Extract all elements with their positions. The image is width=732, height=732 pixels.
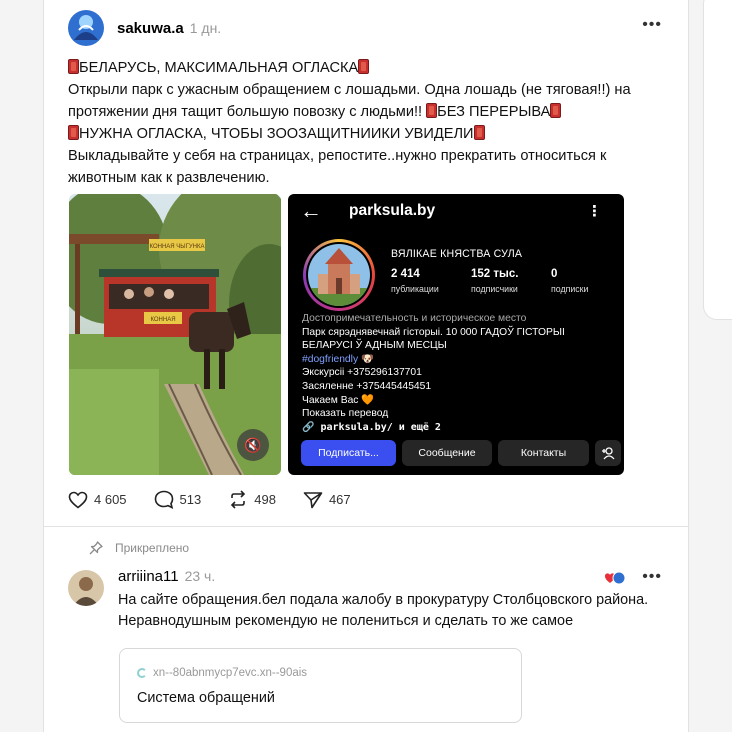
ig-stats: 2 414 публикации 152 тыс. подписчики 0 п…: [391, 268, 624, 294]
military-medal-icon: [68, 125, 79, 140]
ig-bio-line: Экскурсіі +375296137701: [302, 367, 422, 379]
ig-buttons: Подписать... Сообщение Контакты: [301, 440, 621, 466]
post-text-line3: НУЖНА ОГЛАСКА, ЧТОБЫ ЗООЗАЩИТНИИКИ УВИДЕ…: [79, 126, 474, 142]
military-medal-icon: [473, 125, 485, 140]
ig-stat-number: 0: [551, 268, 558, 280]
post-text-emphasis: БЕЗ ПЕРЕРЫВА: [437, 104, 551, 120]
military-medal-icon: [550, 103, 562, 118]
photo-sign-top: КОННАЯ ЧЫГУНКА: [150, 244, 205, 250]
photo-sign-side: КОННАЯ: [150, 317, 175, 323]
feed-column: sakuwa.a 1 дн. ••• БЕЛАРУСЬ, МАКСИМАЛЬНА…: [43, 0, 689, 732]
ig-stat-label: публикации: [391, 284, 439, 294]
follow-button[interactable]: Подписать...: [301, 440, 396, 466]
link-preview-card[interactable]: xn--80abnmycp7evc.xn--90ais Система обра…: [119, 648, 522, 723]
post-text-line1: БЕЛАРУСЬ, МАКСИМАЛЬНАЯ ОГЛАСКА: [79, 60, 359, 76]
message-button[interactable]: Сообщение: [402, 440, 492, 466]
repost-icon: [231, 490, 246, 509]
ig-translate-link[interactable]: Показать перевод: [302, 407, 612, 421]
link-url-text: xn--80abnmycp7evc.xn--90ais: [153, 667, 308, 679]
divider: [44, 526, 688, 527]
heart-icon: [68, 491, 88, 509]
pin-icon: [89, 541, 103, 555]
reply-text: На сайте обращения.бел подала жалобу в п…: [118, 592, 649, 629]
more-vertical-icon[interactable]: ⋮: [587, 202, 602, 220]
ig-hashtag[interactable]: #dogfriendly 🐶: [302, 353, 612, 367]
comment-count: 513: [179, 492, 202, 507]
instagram-screenshot[interactable]: ← parksula.by ⋮ ВЯЛІКАЕ КНЯСТВА СУЛА 2 4…: [288, 194, 624, 475]
ig-bio-line: Парк сярэднявечнай гісторыі. 10 000 ГАДО…: [302, 326, 565, 338]
site-favicon-icon: [137, 668, 147, 678]
post-actions: 4 605 513 498 467: [68, 490, 378, 509]
volume-mute-icon[interactable]: 🔇: [237, 429, 269, 461]
ig-stat-label: подписки: [551, 284, 589, 294]
post-username[interactable]: sakuwa.a: [117, 20, 184, 37]
ig-stat-posts[interactable]: 2 414 публикации: [391, 268, 471, 294]
add-user-icon[interactable]: [595, 440, 621, 466]
side-panel: [703, 0, 732, 320]
post-text-line4: Выкладывайте у себя на страницах, репост…: [68, 148, 607, 186]
ig-category: Достопримечательность и историческое мес…: [302, 313, 527, 324]
avatar[interactable]: [68, 570, 104, 606]
ig-stat-label: подписчики: [471, 284, 518, 294]
contacts-button[interactable]: Контакты: [498, 440, 589, 466]
share-count: 467: [328, 492, 351, 507]
ig-website-text: parksula.by/ и ещё 2: [320, 421, 441, 433]
ig-profile-name: ВЯЛІКАЕ КНЯСТВА СУЛА: [391, 248, 523, 260]
military-medal-icon: [68, 59, 79, 74]
pinned-text: Прикреплено: [115, 541, 190, 555]
avatar[interactable]: [68, 10, 104, 46]
pinned-label: Прикреплено: [89, 541, 189, 555]
reply-username[interactable]: arriiina11: [118, 568, 179, 585]
like-button[interactable]: 4 605: [68, 491, 127, 509]
ig-bio-line: Засяленне +375445445451: [302, 380, 432, 392]
ig-bio: Достопримечательность и историческое мес…: [302, 312, 612, 434]
repost-button[interactable]: 498: [228, 490, 276, 509]
link-icon: 🔗: [302, 421, 315, 433]
liked-by-author-icon: [604, 571, 626, 585]
military-medal-icon: [358, 59, 370, 74]
link-preview-title: Система обращений: [137, 690, 275, 706]
ig-handle: parksula.by: [349, 202, 436, 219]
more-horizontal-icon[interactable]: •••: [642, 568, 662, 586]
like-count: 4 605: [94, 492, 127, 507]
link-preview-url: xn--80abnmycp7evc.xn--90ais: [137, 667, 307, 679]
comment-icon: [154, 490, 173, 509]
ig-stat-followers[interactable]: 152 тыс. подписчики: [471, 268, 551, 294]
post-text: БЕЛАРУСЬ, МАКСИМАЛЬНАЯ ОГЛАСКА Открыли п…: [68, 57, 668, 189]
ig-stat-number: 152 тыс.: [471, 268, 519, 280]
comment-button[interactable]: 513: [154, 490, 202, 509]
send-icon: [303, 491, 323, 508]
military-medal-icon: [426, 103, 438, 118]
ig-bio-line: БЕЛАРУСІ Ў АДНЫМ МЕСЦЫ: [302, 340, 447, 352]
ig-bio-line: Чакаем Вас 🧡: [302, 394, 375, 406]
reply-time: 23 ч.: [184, 568, 216, 584]
ig-stat-number: 2 414: [391, 268, 420, 280]
post-time: 1 дн.: [189, 20, 222, 36]
arrow-left-icon[interactable]: ←: [300, 198, 322, 224]
more-horizontal-icon[interactable]: •••: [642, 16, 662, 34]
share-button[interactable]: 467: [303, 491, 351, 509]
ig-stat-following[interactable]: 0 подписки: [551, 268, 624, 294]
post-header: sakuwa.a 1 дн.: [68, 10, 221, 46]
repost-count: 498: [254, 492, 276, 507]
ig-website-link[interactable]: 🔗 parksula.by/ и ещё 2: [302, 421, 612, 435]
ig-avatar[interactable]: [303, 239, 375, 311]
post-photo[interactable]: КОННАЯ ЧЫГУНКА КОННАЯ 🔇: [69, 194, 281, 475]
